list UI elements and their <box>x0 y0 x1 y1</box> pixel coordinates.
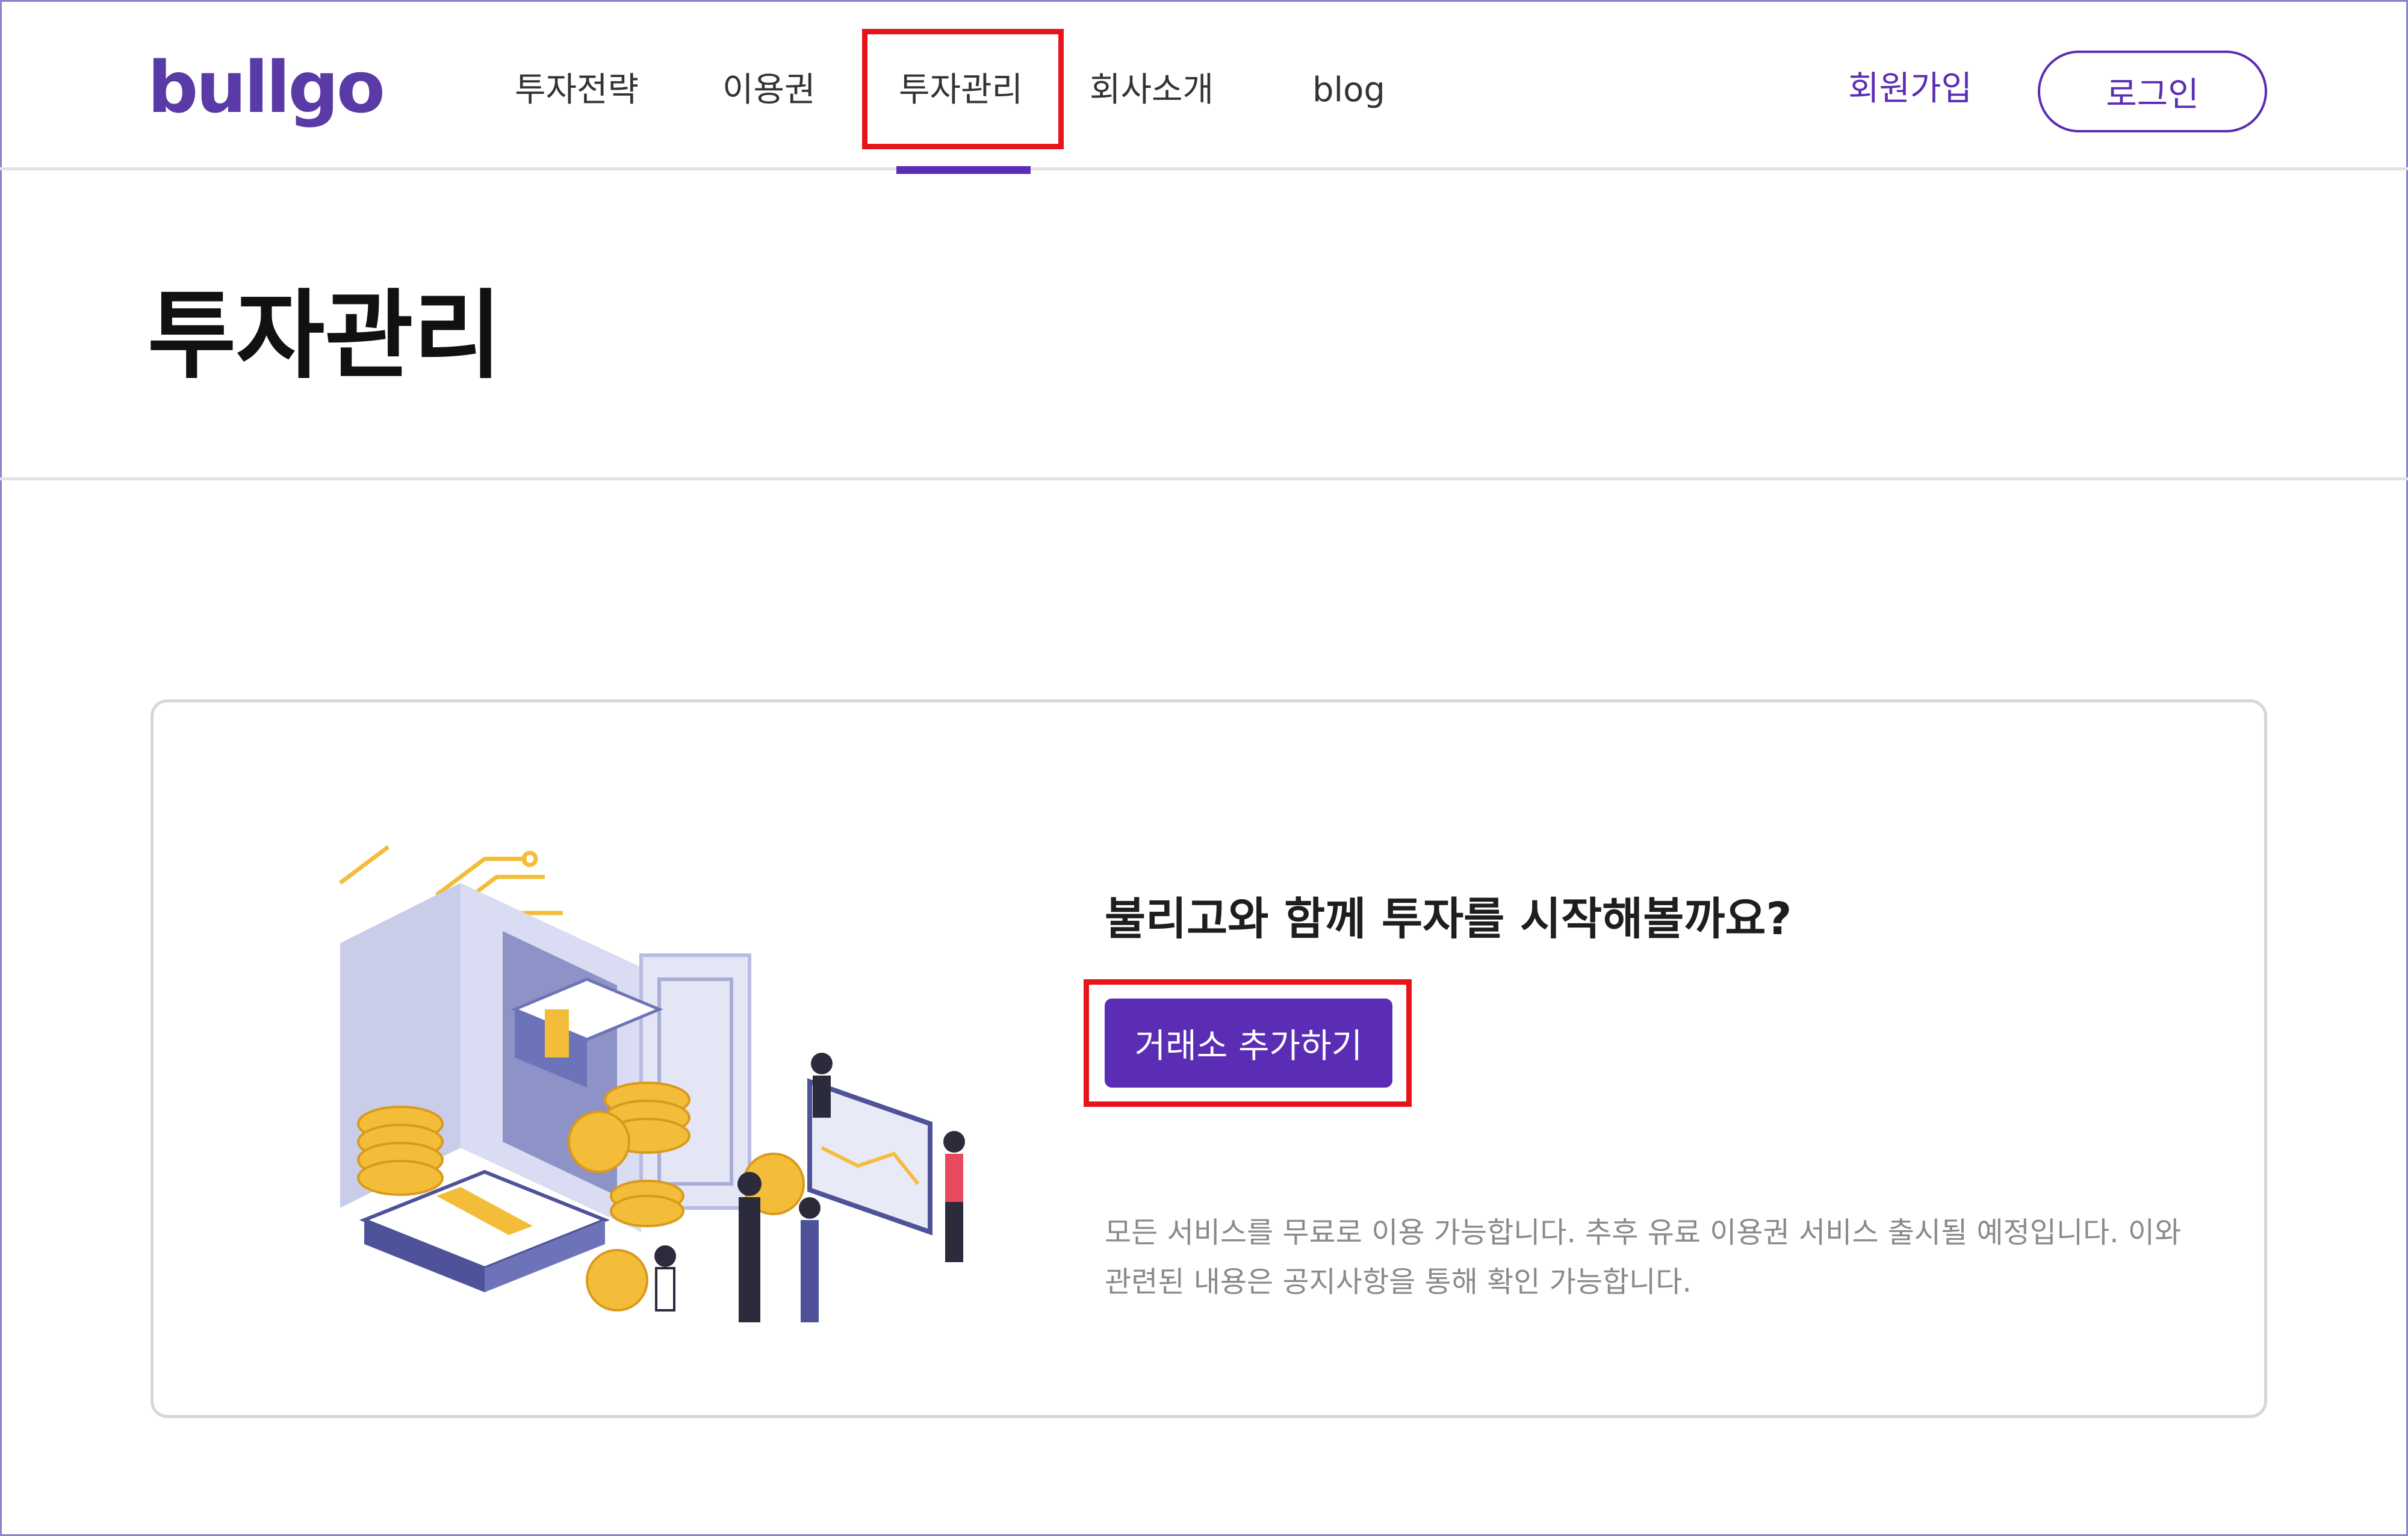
nav-item-company[interactable]: 회사소개 <box>1090 66 1214 114</box>
nav-highlight-box <box>862 29 1064 149</box>
page-title: 투자관리 <box>147 279 502 392</box>
nav-item-blog[interactable]: blog <box>1312 66 1385 114</box>
nav-item-strategy[interactable]: 투자전략 <box>515 66 639 114</box>
page-title-band: 투자관리 <box>0 173 2408 480</box>
card-heading: 불리고와 함께 투자를 시작해볼까요? <box>1105 893 1792 945</box>
login-button-label: 로그인 <box>2106 75 2199 114</box>
cta-highlight-box <box>1084 979 1412 1107</box>
nav-item-pass[interactable]: 이용권 <box>722 66 816 114</box>
service-note: 모든 서비스를 무료로 이용 가능합니다. 추후 유료 이용권 서비스 출시될 … <box>1105 1216 2182 1299</box>
vault-coins-illustration <box>338 845 965 1322</box>
start-investing-card: 불리고와 함께 투자를 시작해볼까요? 거래소 추가하기 모든 서비스를 무료로… <box>150 699 2267 1418</box>
signup-link[interactable]: 회원가입 <box>1848 65 1972 113</box>
brand-logo[interactable]: bullgo <box>147 45 385 129</box>
login-button[interactable]: 로그인 <box>2038 51 2267 132</box>
site-header: bullgo 투자전략 이용권 투자관리 회사소개 blog 회원가입 로그인 <box>0 0 2408 170</box>
